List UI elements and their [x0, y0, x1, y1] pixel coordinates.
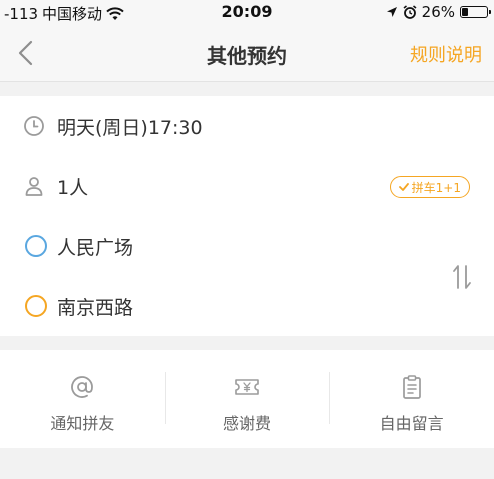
- nav-bar: 其他预约 规则说明: [0, 26, 494, 82]
- actions-card: 通知拼友 感谢费 自由留言: [0, 350, 494, 448]
- destination-dot-icon: [25, 295, 47, 317]
- destination-location: 南京西路: [57, 296, 134, 319]
- check-icon: [398, 183, 409, 191]
- destination-row[interactable]: 南京西路: [0, 276, 494, 336]
- person-icon: [25, 177, 43, 196]
- passenger-count: 1人: [57, 176, 89, 199]
- clock-icon: [24, 116, 44, 136]
- carpool-badge-label: 拼车1+1: [411, 180, 461, 195]
- alarm-clock-icon: [403, 5, 417, 19]
- notify-carpool-button[interactable]: 通知拼友: [0, 350, 165, 448]
- location-arrow-icon: [386, 7, 397, 17]
- status-right: 26%: [386, 3, 491, 21]
- battery-fill: [462, 8, 469, 16]
- origin-dot-icon: [25, 235, 47, 257]
- carpool-badge[interactable]: 拼车1+1: [389, 176, 470, 198]
- clipboard-icon: [402, 375, 421, 399]
- passenger-count-row[interactable]: 1人 拼车1+1: [0, 156, 494, 216]
- origin-location: 人民广场: [57, 236, 134, 259]
- departure-time-row[interactable]: 明天(周日)17:30: [0, 96, 494, 156]
- thank-fee-label: 感谢费: [223, 414, 272, 433]
- battery-icon: [460, 6, 491, 18]
- yen-ticket-icon: [235, 379, 259, 395]
- battery-percent: 26%: [421, 3, 455, 21]
- trip-details-card: 明天(周日)17:30 1人 拼车1+1 人民广场 南京西路: [0, 96, 494, 336]
- notify-carpool-label: 通知拼友: [50, 414, 115, 433]
- departure-time: 明天(周日)17:30: [57, 116, 203, 139]
- thank-fee-button[interactable]: 感谢费: [164, 350, 330, 448]
- free-message-label: 自由留言: [379, 414, 444, 433]
- at-icon: [71, 376, 94, 398]
- status-bar: -113 中国移动 20:09 26%: [0, 0, 494, 26]
- origin-row[interactable]: 人民广场: [0, 216, 494, 276]
- free-message-button[interactable]: 自由留言: [329, 350, 494, 448]
- rules-link[interactable]: 规则说明: [410, 41, 482, 67]
- swap-locations-icon[interactable]: [452, 262, 472, 292]
